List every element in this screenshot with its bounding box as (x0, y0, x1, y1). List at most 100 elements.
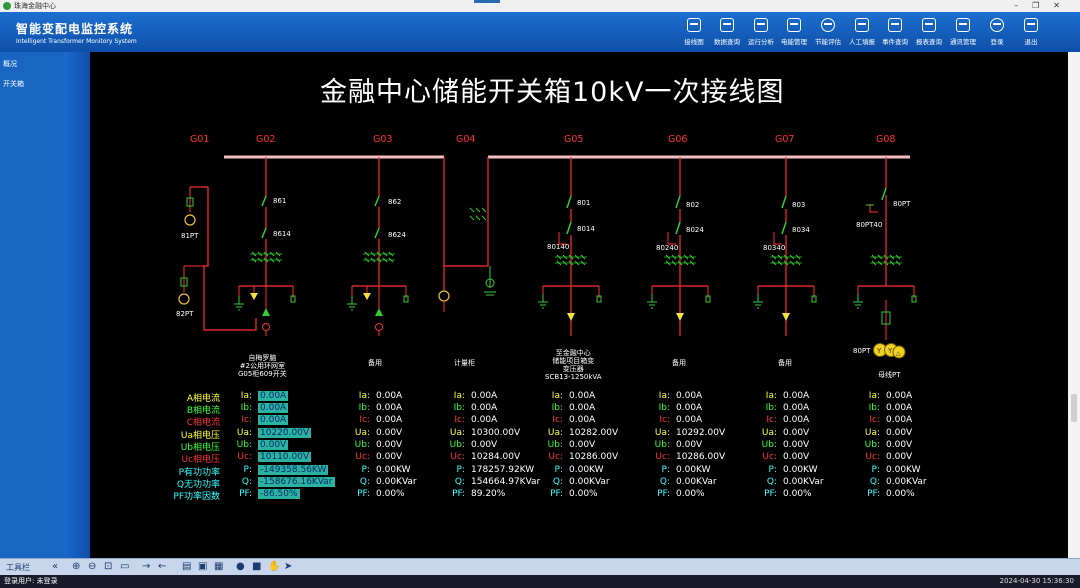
measure-row-g03: Ia: 0.00A (350, 391, 460, 402)
status-bar: 登录用户: 未登录 2024-04-30 15:36:30 (0, 575, 1080, 588)
measure-row-g02: Ia: 0.00A (232, 391, 342, 402)
measure-key: Ub: (236, 440, 252, 450)
measure-key: Ua: (449, 428, 465, 438)
grid-icon[interactable]: ▦ (214, 561, 223, 573)
measure-value: 0.00A (676, 403, 703, 413)
measure-row-g05: Ia: 0.00A (543, 391, 653, 402)
zoom-in-icon[interactable]: ⊕ (72, 561, 80, 573)
fullscreen-icon[interactable]: ▭ (120, 561, 129, 573)
measure-value: 0.00A (783, 391, 810, 401)
lock-icon[interactable]: ■ (252, 561, 261, 573)
measure-key: P: (243, 465, 252, 475)
measure-row-g03: Uc: 0.00V (350, 452, 460, 463)
measure-value: 0.00KW (376, 465, 411, 475)
feeder-title-g04: 计量柜 (454, 359, 475, 367)
measure-row-g04: P: 178257.92KW (445, 465, 555, 476)
measure-row-g03: Ua: 0.00V (350, 428, 460, 439)
measure-key: Ia: (358, 391, 370, 401)
measure-key: PF: (657, 489, 670, 499)
measure-key: Ub: (547, 440, 563, 450)
label-801: 801 (577, 199, 591, 207)
label-862: 862 (388, 198, 402, 206)
measure-key: Ib: (240, 403, 252, 413)
measure-key: P: (554, 465, 563, 475)
measure-row-g05: P: 0.00KW (543, 465, 653, 476)
measure-value: 154664.97KVar (471, 477, 541, 487)
measure-value: 0.00V (569, 440, 596, 450)
pointer-icon[interactable]: ➤ (284, 561, 292, 573)
measure-key: Ib: (551, 403, 563, 413)
feeder-title-g05-line2: 储能项目箱变 (552, 357, 595, 365)
measure-key: Uc: (655, 452, 670, 462)
measure-value: 0.00A (783, 415, 810, 425)
back-icon[interactable]: ← (158, 561, 166, 573)
measure-row-g03: P: 0.00KW (350, 465, 460, 476)
collapse-icon[interactable]: « (52, 561, 58, 573)
g02-ct-icon (262, 323, 270, 331)
measure-value: 0.00A (258, 403, 289, 413)
measure-value: 0.00A (376, 403, 403, 413)
measure-row-g04: Ia: 0.00A (445, 391, 555, 402)
forward-icon[interactable]: → (142, 561, 150, 573)
measure-key: Q: (454, 477, 465, 487)
svg-text:Y: Y (876, 347, 882, 355)
measure-row-g03: PF: 0.00% (350, 489, 460, 500)
g01-pt1-icon (184, 214, 196, 226)
feeder-title-g08: 母线PT (878, 371, 901, 379)
label-80pt: 80PT (853, 347, 871, 355)
measure-row-g07: Ic: 0.00A (757, 415, 867, 426)
measure-row-g07: PF: 0.00% (757, 489, 867, 500)
measure-key: Ia: (765, 391, 777, 401)
save-icon[interactable]: ▣ (198, 561, 207, 573)
measure-key: Ua: (654, 428, 670, 438)
measure-key: Ib: (765, 403, 777, 413)
measure-value: 0.00KVar (783, 477, 824, 487)
measure-row-g04: PF: 89.20% (445, 489, 555, 500)
measure-value: 0.00% (783, 489, 812, 499)
label-8034: 8034 (792, 226, 810, 234)
measure-key: Ib: (358, 403, 370, 413)
measure-row-g06: PF: 0.00% (650, 489, 760, 500)
pan-icon[interactable]: ✋ (268, 561, 280, 573)
measure-row-g05: Ub: 0.00V (543, 440, 653, 451)
measure-key: Ia: (240, 391, 252, 401)
measure-value: 0.00A (783, 403, 810, 413)
pin-icon[interactable]: ● (236, 561, 245, 573)
feeder-title-g05-line1: 至金融中心 (555, 349, 591, 357)
measure-value: 0.00A (676, 391, 703, 401)
svg-text:△: △ (896, 350, 901, 357)
cabinet-label-g05: G05 (564, 134, 584, 145)
measure-key: Ia: (551, 391, 563, 401)
measure-value: 0.00A (471, 415, 498, 425)
print-icon[interactable]: ▤ (182, 561, 191, 573)
measure-value: 0.00A (376, 415, 403, 425)
zoom-out-icon[interactable]: ⊖ (88, 561, 96, 573)
measure-value: 0.00% (676, 489, 705, 499)
measure-key: P: (661, 465, 670, 475)
feeder-title-g05: 至金融中心 储能项目箱变 变压器 SCB13-1250kVA (545, 349, 602, 381)
measure-value: 0.00A (258, 415, 289, 425)
label-8024: 8024 (686, 226, 704, 234)
cabinet-label-g02: G02 (256, 134, 276, 145)
measure-key: PF: (867, 489, 880, 499)
measure-key: Ic: (454, 415, 465, 425)
fit-icon[interactable]: ⊡ (104, 561, 112, 573)
g03-ct-icon (375, 323, 383, 331)
measure-value: 0.00KVar (886, 477, 927, 487)
feeder-title-g06: 备用 (672, 359, 686, 367)
measure-row-g07: P: 0.00KW (757, 465, 867, 476)
measure-key: Ia: (868, 391, 880, 401)
measure-row-g08: Ua: 0.00V (860, 428, 970, 439)
measure-row-g06: Uc: 10286.00V (650, 452, 760, 463)
measure-key: Uc: (450, 452, 465, 462)
measure-key: Q: (659, 477, 670, 487)
measure-value: 0.00A (886, 391, 913, 401)
measure-value: 10286.00V (569, 452, 619, 462)
measure-value: 0.00A (886, 403, 913, 413)
measure-key: Ua: (864, 428, 880, 438)
measure-row-g07: Ia: 0.00A (757, 391, 867, 402)
label-81pt: 81PT (181, 232, 199, 240)
measure-row-g05: Uc: 10286.00V (543, 452, 653, 463)
measure-value: 0.00V (376, 428, 403, 438)
g01-loop-line (202, 186, 257, 331)
